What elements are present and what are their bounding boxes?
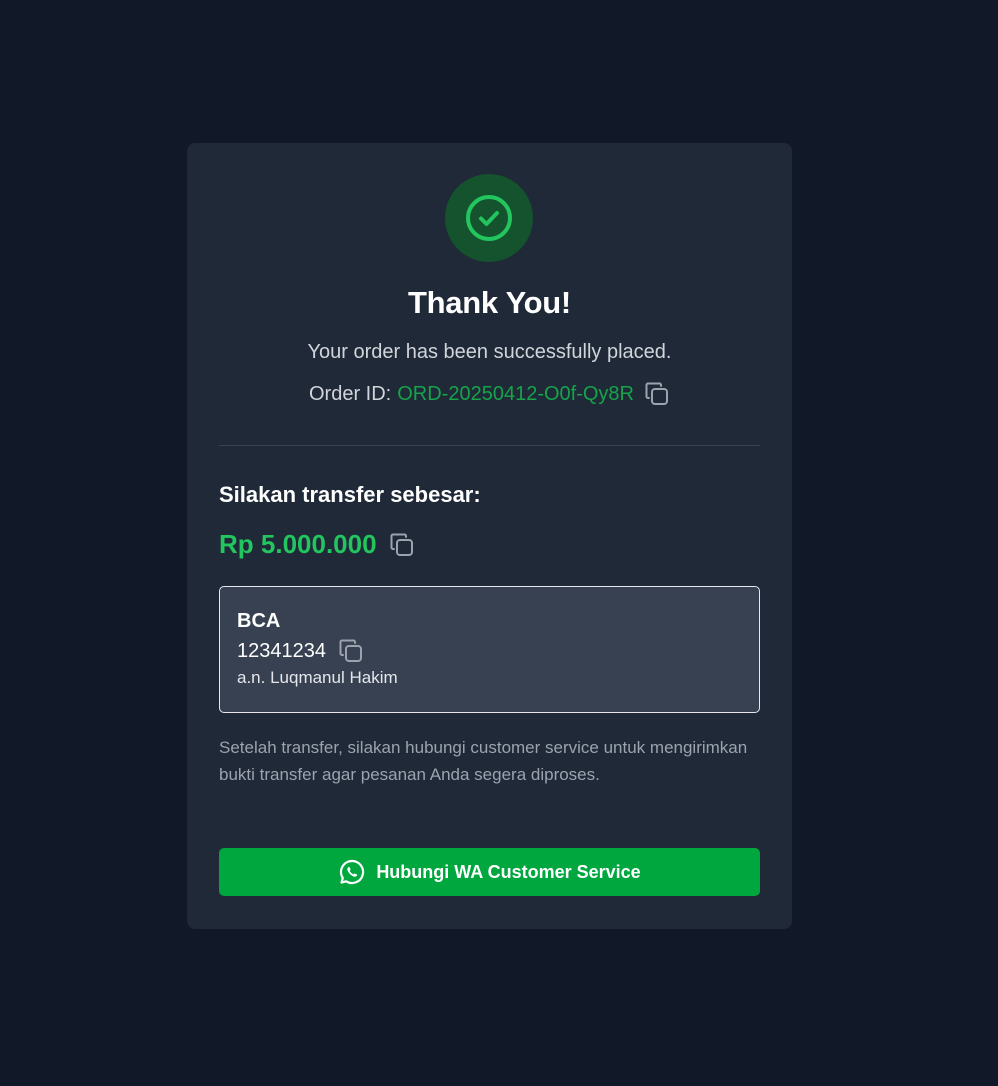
divider xyxy=(219,445,760,446)
transfer-instructions: Setelah transfer, silakan hubungi custom… xyxy=(219,738,748,784)
success-message: Your order has been successfully placed. xyxy=(307,341,672,363)
check-circle-icon xyxy=(466,195,512,241)
copy-order-id-button[interactable] xyxy=(644,381,670,407)
whatsapp-icon xyxy=(338,858,366,886)
account-holder: a.n. Luqmanul Hakim xyxy=(237,668,398,687)
bank-name: BCA xyxy=(237,610,281,632)
order-id-value: ORD-20250412-O0f-Qy8R xyxy=(397,382,635,405)
contact-whatsapp-button[interactable]: Hubungi WA Customer Service xyxy=(219,848,760,896)
account-number-row: 12341234 xyxy=(237,637,742,665)
order-id-label: Order ID: xyxy=(308,382,392,405)
copy-amount-button[interactable] xyxy=(389,532,415,558)
amount-row: Rp 5.000.000 xyxy=(219,529,415,560)
order-confirmation-card: Thank You! Your order has been successfu… xyxy=(187,143,792,929)
page-title: Thank You! xyxy=(408,285,571,320)
success-badge xyxy=(445,174,533,262)
copy-account-number-button[interactable] xyxy=(338,638,364,664)
copy-icon xyxy=(339,639,362,662)
bank-account-box: BCA 12341234 a.n. Luqmanul Hakim xyxy=(219,586,760,713)
transfer-heading: Silakan transfer sebesar: xyxy=(219,482,481,507)
contact-button-label: Hubungi WA Customer Service xyxy=(376,861,641,882)
order-id-row: Order ID: ORD-20250412-O0f-Qy8R xyxy=(187,381,792,407)
copy-icon xyxy=(390,533,413,556)
transfer-amount: Rp 5.000.000 xyxy=(219,529,377,559)
copy-icon xyxy=(645,382,669,405)
account-number: 12341234 xyxy=(237,640,326,662)
